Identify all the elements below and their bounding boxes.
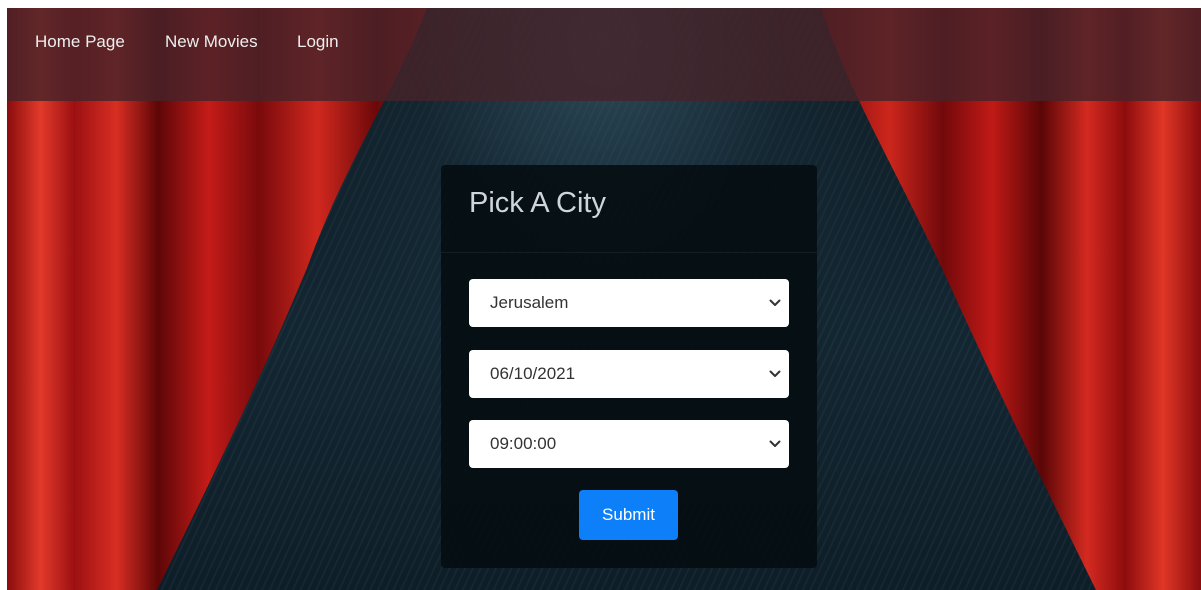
theater-background: Home Page New Movies Login Pick A City J…: [7, 8, 1201, 590]
top-navbar: Home Page New Movies Login: [7, 8, 1201, 101]
nav-link-login[interactable]: Login: [297, 32, 339, 52]
nav-link-new-movies[interactable]: New Movies: [165, 32, 258, 52]
date-select[interactable]: 06/10/2021: [469, 350, 789, 398]
time-select-value: 09:00:00: [490, 434, 557, 453]
time-select[interactable]: 09:00:00: [469, 420, 789, 468]
chevron-down-icon: [769, 370, 781, 377]
date-select-value: 06/10/2021: [490, 364, 576, 383]
city-select[interactable]: Jerusalem: [469, 279, 789, 327]
chevron-down-icon: [769, 299, 781, 306]
city-select-value: Jerusalem: [490, 293, 569, 312]
pick-city-panel: Pick A City Jerusalem 06/10/2021 09:00:0…: [441, 165, 817, 568]
nav-link-home-page[interactable]: Home Page: [35, 32, 125, 52]
submit-button[interactable]: Submit: [579, 490, 678, 540]
panel-divider: [441, 252, 817, 253]
chevron-down-icon: [769, 440, 781, 447]
panel-title: Pick A City: [469, 187, 606, 219]
